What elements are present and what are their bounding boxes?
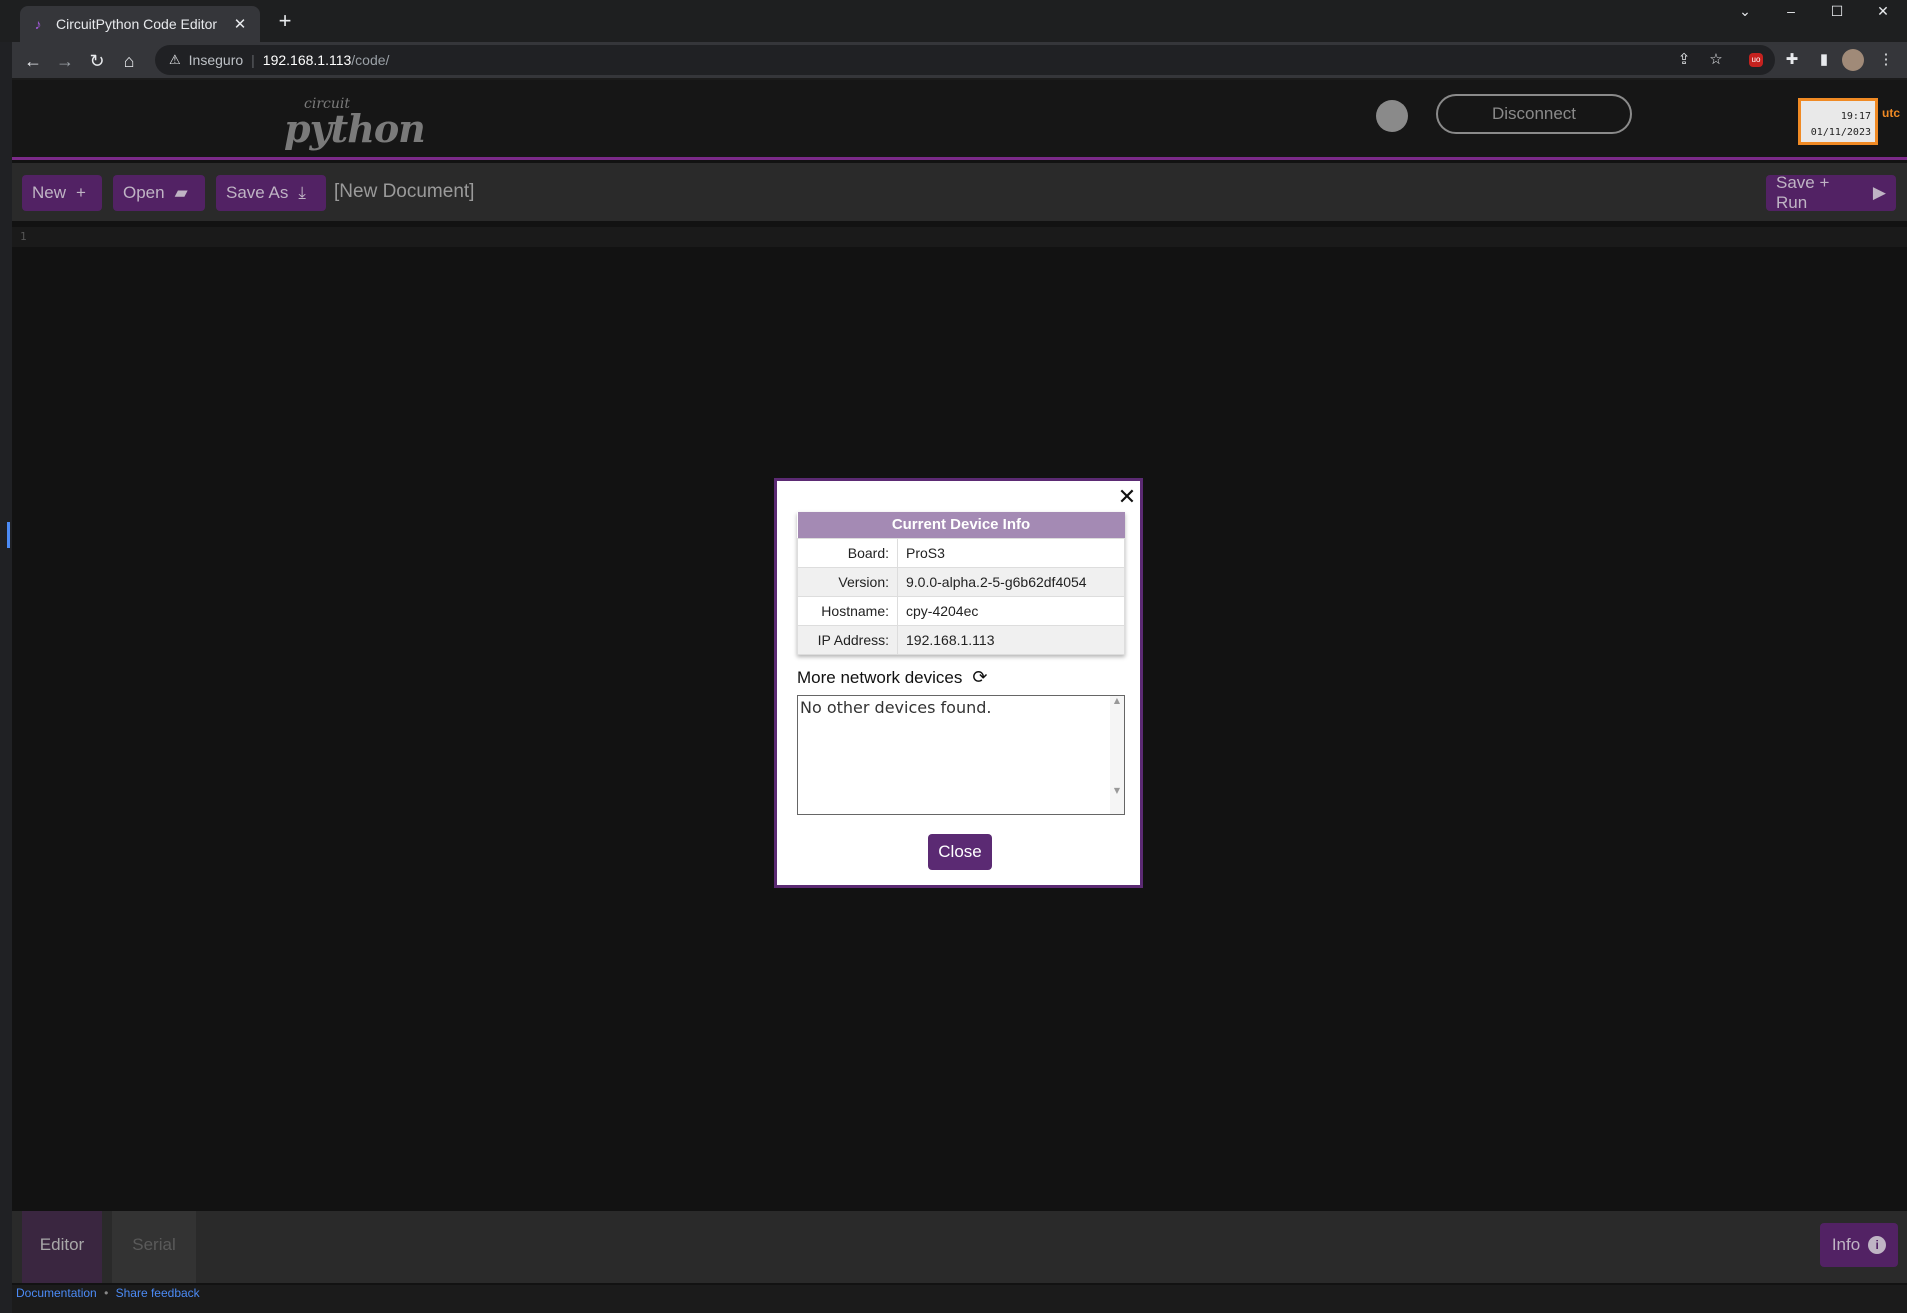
side-panel-icon[interactable]: ▮: [1812, 48, 1836, 72]
address-separator: |: [251, 52, 255, 68]
disconnect-button[interactable]: Disconnect: [1436, 94, 1632, 134]
open-button-label: Open: [123, 183, 165, 202]
share-feedback-link[interactable]: Share feedback: [116, 1286, 200, 1300]
browser-tab-bar: ♪ CircuitPython Code Editor ✕ + ⌄ – ☐ ✕: [0, 0, 1907, 42]
page-footer: Documentation • Share feedback: [12, 1285, 1907, 1313]
active-line-highlight: [12, 227, 1907, 247]
browser-tab[interactable]: ♪ CircuitPython Code Editor ✕: [20, 6, 260, 42]
more-network-devices: More network devices ⟳: [797, 667, 987, 688]
hostname-key: Hostname:: [797, 595, 898, 626]
new-button[interactable]: New +: [22, 175, 102, 211]
documentation-link[interactable]: Documentation: [16, 1286, 97, 1300]
clock-date: 01/11/2023: [1810, 127, 1871, 138]
document-name: [New Document]: [334, 181, 475, 202]
forward-arrow-icon[interactable]: →: [52, 48, 78, 74]
address-bar[interactable]: ⚠ Inseguro | 192.168.1.113 /code/: [155, 45, 1775, 75]
clock-time: 19:17: [1840, 111, 1871, 122]
info-button[interactable]: Info i: [1820, 1223, 1898, 1267]
circuitpython-favicon-icon: ♪: [34, 16, 42, 32]
plus-icon: +: [76, 183, 86, 202]
editor-action-bar: New + Open ▰ Save As ⤓ [New Document] Sa…: [12, 163, 1907, 221]
tab-serial[interactable]: Serial: [112, 1211, 196, 1283]
ublock-extension-icon[interactable]: uo: [1749, 53, 1763, 67]
ip-address-value: 192.168.1.113: [897, 624, 1125, 655]
tab-title: CircuitPython Code Editor: [56, 16, 218, 32]
device-info-table: Current Device Info Board: ProS3 Version…: [797, 512, 1125, 655]
warning-icon: ⚠: [169, 52, 181, 67]
home-icon[interactable]: ⌂: [116, 48, 142, 74]
refresh-icon[interactable]: ⟳: [972, 667, 987, 688]
open-button[interactable]: Open ▰: [113, 175, 205, 211]
tab-search-icon[interactable]: ⌄: [1722, 0, 1768, 22]
back-arrow-icon[interactable]: ←: [20, 48, 46, 74]
logo-main-text: python: [284, 106, 426, 151]
utc-label: utc: [1882, 106, 1900, 120]
browser-toolbar: ← → ↻ ⌂ ⚠ Inseguro | 192.168.1.113 /code…: [12, 42, 1907, 78]
hostname-value: cpy-4204ec: [897, 595, 1125, 626]
tab-close-icon[interactable]: ✕: [230, 15, 250, 33]
table-row: Hostname: cpy-4204ec: [797, 595, 1125, 626]
insecure-label: Inseguro: [188, 52, 244, 68]
device-info-dialog: ✕ Current Device Info Board: ProS3 Versi…: [774, 478, 1143, 888]
github-icon[interactable]: [1376, 100, 1408, 132]
save-as-button-label: Save As: [226, 183, 289, 202]
more-devices-label: More network devices: [797, 667, 963, 687]
browser-menu-icon[interactable]: ⋮: [1874, 48, 1898, 72]
bookmark-star-icon[interactable]: ☆: [1704, 48, 1728, 72]
screen: ♪ CircuitPython Code Editor ✕ + ⌄ – ☐ ✕ …: [0, 0, 1907, 1313]
tab-editor[interactable]: Editor: [22, 1211, 102, 1283]
close-icon[interactable]: ✕: [1117, 486, 1137, 508]
info-icon: i: [1868, 1236, 1887, 1254]
app-header: circuit python Disconnect 19:17 01/11/20…: [12, 80, 1907, 160]
save-run-button[interactable]: Save + Run ▶: [1766, 173, 1896, 212]
version-key: Version:: [797, 566, 898, 597]
ip-address-key: IP Address:: [797, 624, 898, 655]
new-button-label: New: [32, 183, 67, 202]
minimize-icon[interactable]: –: [1768, 0, 1814, 22]
extensions-puzzle-icon[interactable]: ✚: [1780, 48, 1804, 72]
save-run-button-label: Save + Run: [1776, 173, 1830, 212]
address-host: 192.168.1.113: [262, 52, 352, 68]
info-button-label: Info: [1831, 1235, 1861, 1254]
reload-icon[interactable]: ↻: [84, 48, 110, 74]
table-row: Version: 9.0.0-alpha.2-5-g6b62df4054: [797, 566, 1125, 597]
table-row: Board: ProS3: [797, 537, 1125, 568]
table-row: IP Address: 192.168.1.113: [797, 624, 1125, 655]
share-icon[interactable]: ⇪: [1672, 48, 1696, 72]
folder-open-icon: ▰: [174, 183, 188, 202]
left-edge-marker: [7, 522, 10, 548]
save-as-button[interactable]: Save As ⤓: [216, 175, 326, 211]
address-path: /code/: [351, 52, 390, 68]
device-info-title: Current Device Info: [797, 512, 1125, 538]
devices-list[interactable]: No other devices found. ▲ ▼: [797, 695, 1125, 815]
profile-avatar[interactable]: [1842, 49, 1864, 71]
devices-list-scrollbar[interactable]: ▲ ▼: [1110, 696, 1124, 814]
devices-list-text: No other devices found.: [800, 698, 992, 717]
version-value: 9.0.0-alpha.2-5-g6b62df4054: [897, 566, 1125, 597]
play-icon: ▶: [1872, 183, 1886, 202]
window-close-icon[interactable]: ✕: [1860, 0, 1906, 22]
close-button[interactable]: Close: [928, 834, 992, 870]
maximize-icon[interactable]: ☐: [1814, 0, 1860, 22]
footer-separator: •: [104, 1286, 109, 1300]
board-value: ProS3: [897, 537, 1125, 568]
bottom-tab-bar: Editor Serial Info i: [12, 1211, 1907, 1283]
line-number: 1: [20, 230, 27, 243]
circuitpython-logo: circuit python: [284, 92, 426, 152]
new-tab-button[interactable]: +: [272, 8, 298, 34]
download-icon: ⤓: [298, 183, 306, 202]
clock-widget: 19:17 01/11/2023: [1798, 98, 1878, 145]
left-window-strip: [0, 42, 12, 1313]
board-key: Board:: [797, 537, 898, 568]
